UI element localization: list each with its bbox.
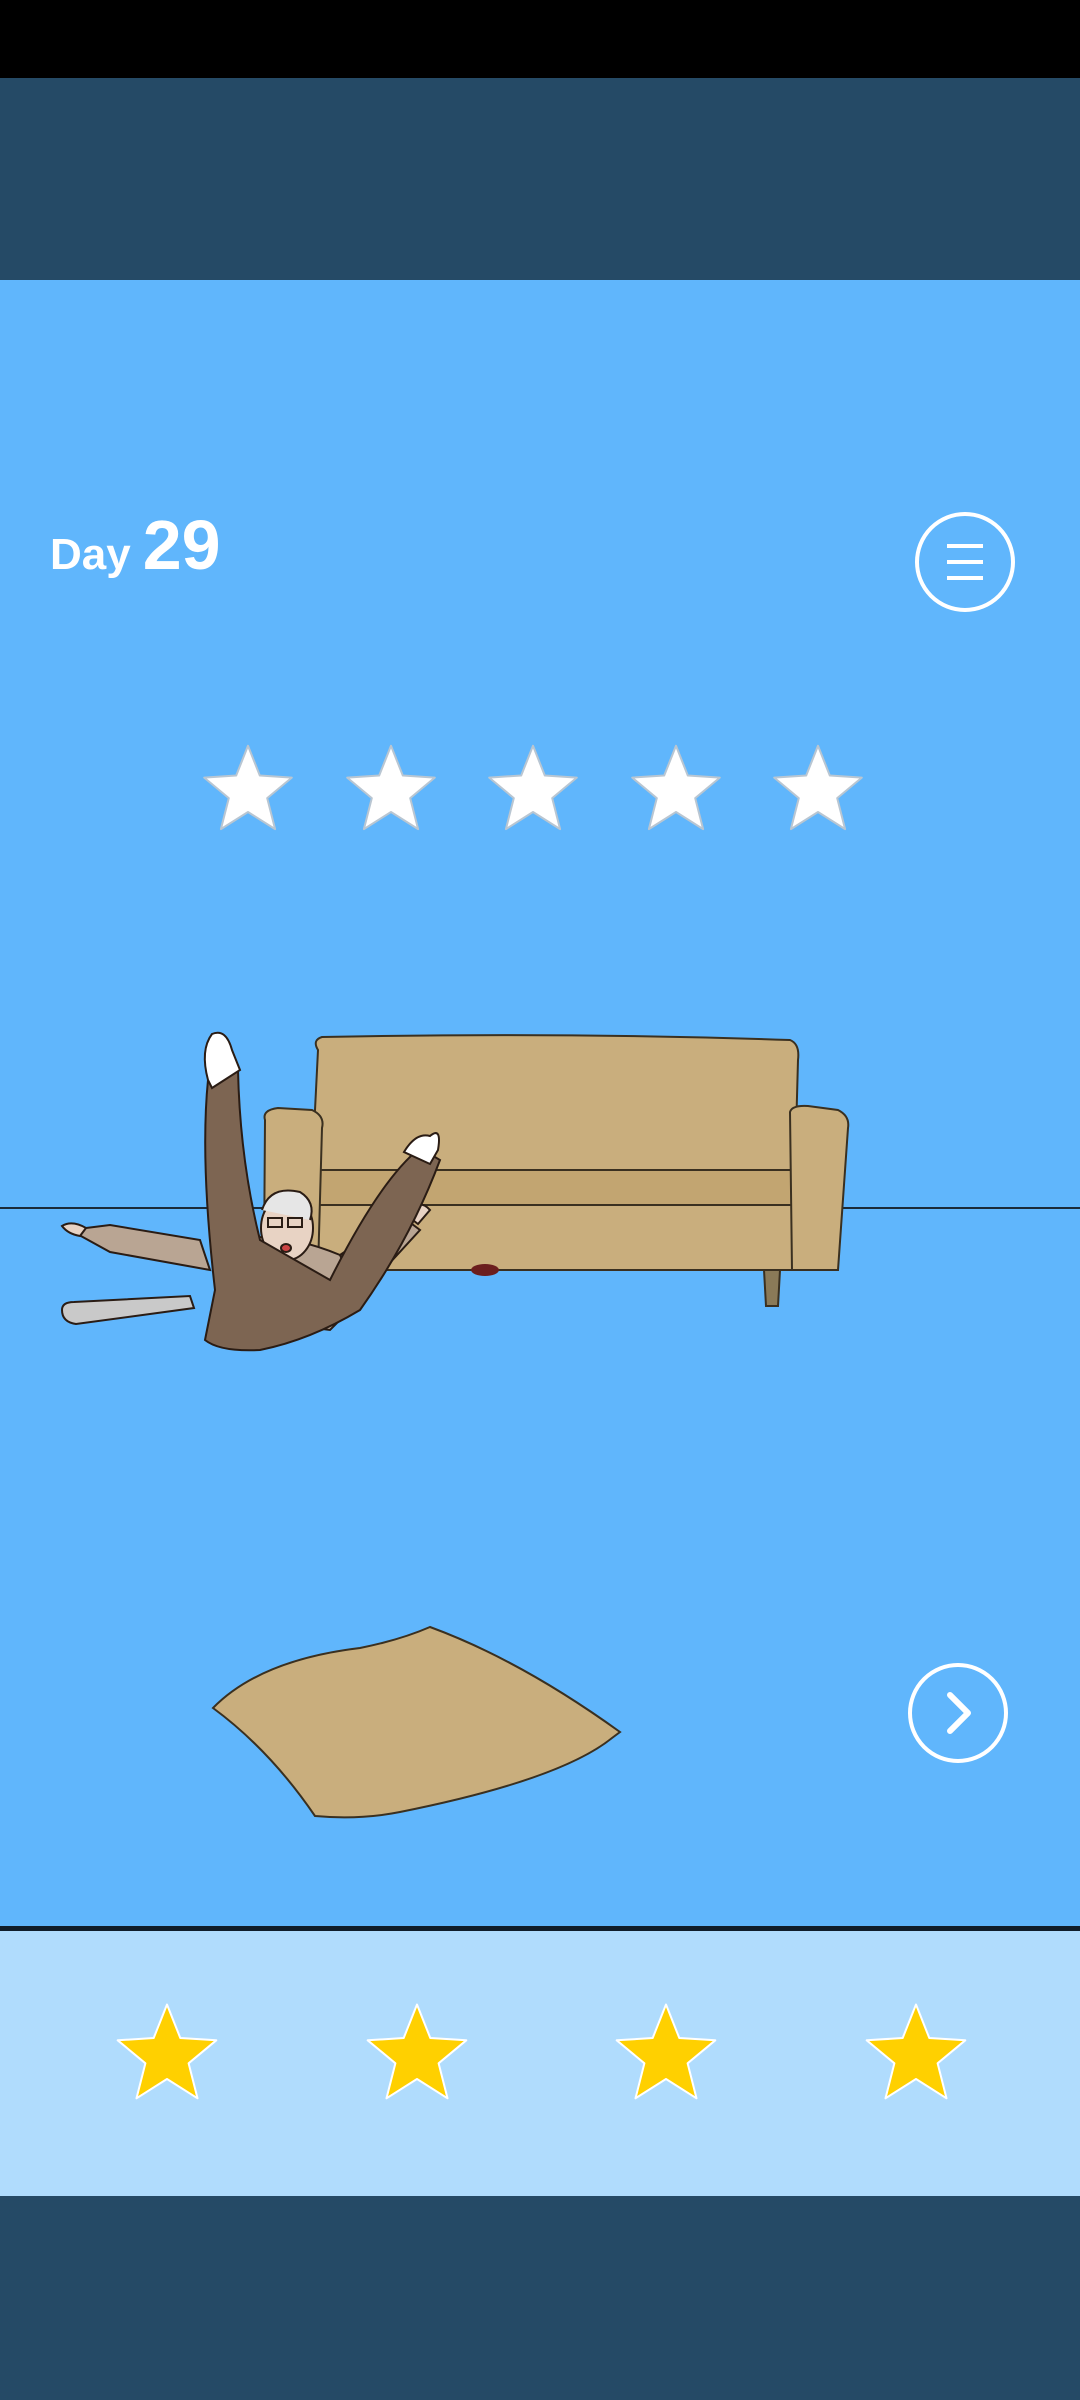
rating-star-icon (345, 744, 436, 831)
hint-star-icon[interactable] (612, 1998, 720, 2106)
bottom-ad-banner (0, 2196, 1080, 2400)
hint-tray-stars (0, 1998, 1080, 2108)
hint-star-icon[interactable] (862, 1998, 970, 2106)
status-bar (0, 0, 1080, 78)
star-rating (0, 740, 1080, 840)
top-ad-banner (0, 78, 1080, 280)
rating-star-icon (203, 744, 293, 831)
hamburger-menu-icon (947, 544, 983, 580)
game-screen: Day 29 (0, 0, 1080, 2400)
rating-star-icon (488, 744, 578, 831)
menu-button[interactable] (915, 512, 1015, 612)
next-button[interactable] (908, 1663, 1008, 1763)
day-indicator: Day 29 (50, 505, 221, 585)
floor-cushion[interactable] (211, 1625, 622, 1819)
hint-star-icon[interactable] (363, 1998, 471, 2106)
chevron-right-icon (947, 1692, 971, 1734)
hint-star-icon[interactable] (113, 1998, 221, 2106)
rating-star-icon (630, 744, 721, 831)
rating-star-icon (773, 744, 863, 831)
day-number: 29 (142, 506, 221, 584)
day-label: Day (50, 530, 131, 579)
